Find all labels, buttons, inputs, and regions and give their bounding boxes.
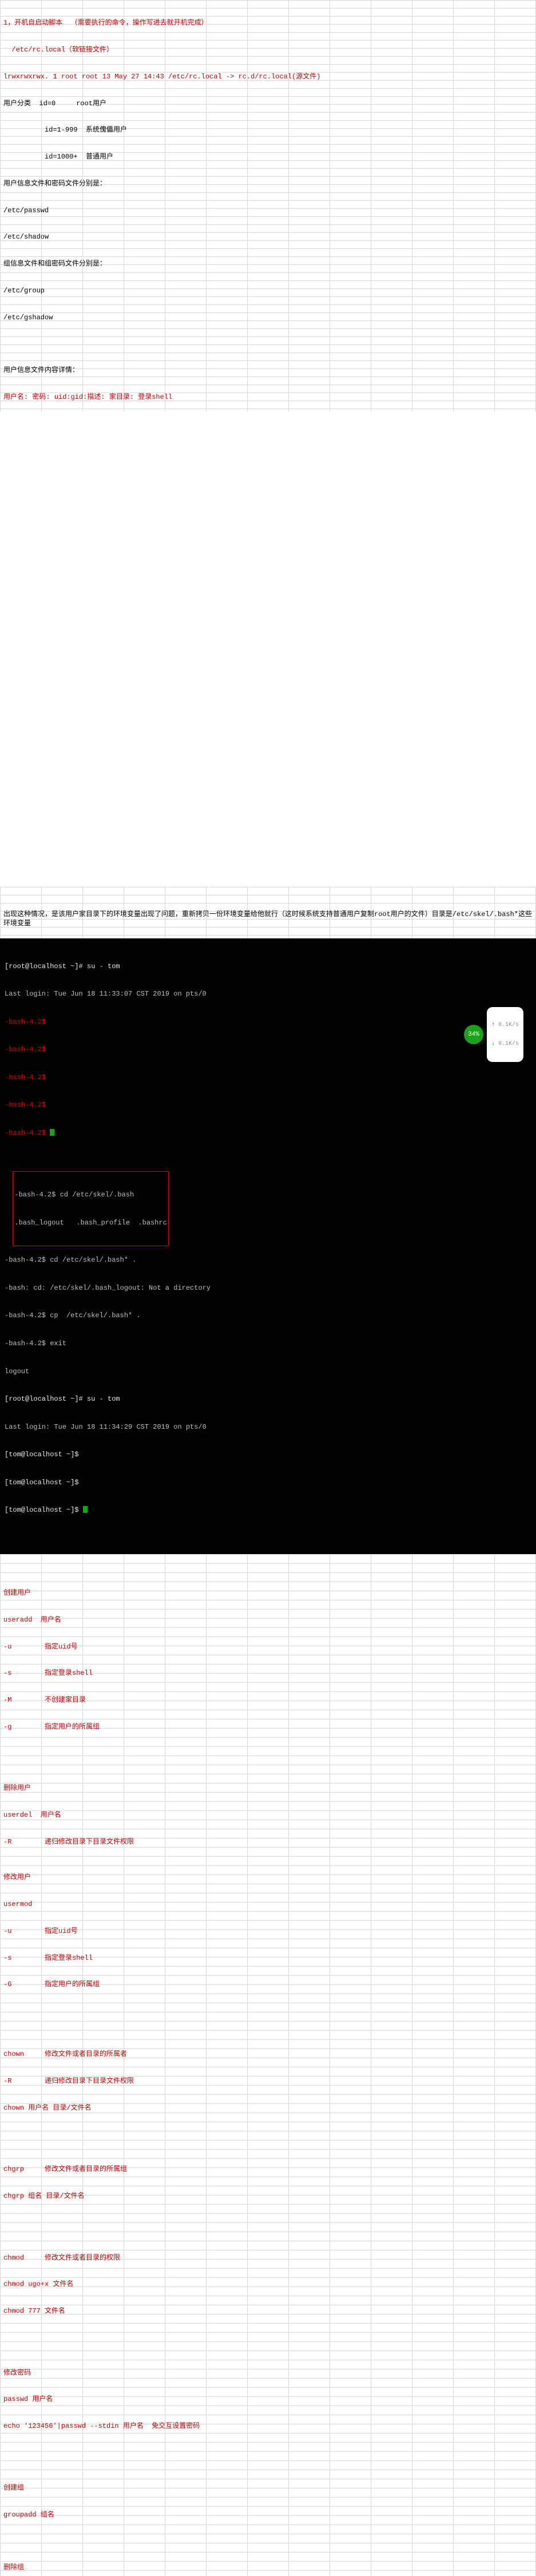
cmd-line: chmod 修改文件或者目录的权限 [3, 2254, 533, 2263]
cat-line: /etc/passwd [3, 207, 533, 216]
intro-line: /etc/rc.local（软链接文件） [3, 46, 533, 55]
opt-line: -G 指定用户的所属组 [3, 1980, 533, 1990]
term-line: .bash_logout .bash_profile .bashrc [14, 1218, 166, 1227]
cat-line: 用户分类 id=0 root用户 [3, 100, 533, 109]
term-line: -bash-4.2$ cd /etc/skel/.bash [14, 1190, 166, 1199]
cat-line: /etc/gshadow [3, 314, 533, 323]
term-line: -bash: cd: /etc/skel/.bash_logout: Not a… [5, 1283, 531, 1293]
opt-line: -M 不创建家目录 [3, 1696, 533, 1705]
download-rate: 0.1K/s [491, 1041, 519, 1047]
cursor-icon [50, 1129, 54, 1136]
heading: 删除组 [3, 2563, 533, 2573]
net-rate: 0.1K/s 0.1K/s [487, 1007, 523, 1062]
cat-line: /etc/shadow [3, 233, 533, 242]
cmd-line: chgrp 修改文件或者目录的所属组 [3, 2165, 533, 2174]
cmd-line: usermod [3, 1900, 533, 1909]
term-line: -bash-4.2$ cd /etc/skel/.bash* . [5, 1255, 531, 1265]
cat-line: 组信息文件和组密码文件分别是： [3, 260, 533, 269]
cmd-line: chown 修改文件或者目录的所属者 [3, 2050, 533, 2059]
cat-line: id=1-999 系统傀儡用户 [3, 126, 533, 135]
opt-line: -R 递归修改目录下目录文件权限 [3, 1838, 533, 1847]
opt-line: -s 指定登录shell [3, 1669, 533, 1678]
opt-line: -s 指定登录shell [3, 1954, 533, 1963]
term-line: -bash-4.2$ [5, 1073, 531, 1082]
term-line: -bash-4.2$ [5, 1100, 531, 1109]
term-line: Last login: Tue Jun 18 11:34:29 CST 2019… [5, 1422, 531, 1432]
cat-line: 用户信息文件和密码文件分别是： [3, 180, 533, 189]
term-line: logout [5, 1367, 531, 1376]
term-line: [tom@localhost ~]$ [5, 1478, 531, 1487]
note-block: 出现这种情况，是该用户家目录下的环境变量出现了问题，重新拷贝一份环境变量给他就行… [0, 887, 536, 938]
term-line: [root@localhost ~]# su - tom [5, 962, 531, 971]
term-line: Last login: Tue Jun 18 11:33:07 CST 2019… [5, 989, 531, 998]
heading: 创建组 [3, 2484, 533, 2493]
heading: 删除用户 [3, 1784, 533, 1793]
network-widget[interactable]: 34% 0.1K/s 0.1K/s [464, 1007, 523, 1062]
cmd-line: chgrp 组名 目录/文件名 [3, 2192, 533, 2201]
speed-circle-icon: 34% [464, 1025, 483, 1044]
opt-line: -R 递归修改目录下目录文件权限 [3, 2077, 533, 2086]
cat-line: /etc/group [3, 287, 533, 296]
heading: 修改密码 [3, 2369, 533, 2378]
opt-line: -g 指定用户的所属组 [3, 1723, 533, 1732]
heading: 修改用户 [3, 1873, 533, 1883]
cmd-line: groupadd 组名 [3, 2511, 533, 2520]
cat-line: 用户信息文件内容详情： [3, 366, 533, 375]
term-line: -bash-4.2$ [5, 1045, 531, 1054]
term-line: -bash-4.2$ exit [5, 1339, 531, 1348]
opt-line: -u 指定uid号 [3, 1927, 533, 1936]
passwd-listing [0, 412, 536, 887]
term-line: [root@localhost ~]# su - tom [5, 1394, 531, 1404]
cmd-line: chmod ugo+x 文件名 [3, 2280, 533, 2289]
passwd-header: 用户名: 密码: uid:gid:描述: 家目录: 登录shell [3, 393, 533, 402]
intro-line: 1，开机自启动脚本 （需要执行的命令，操作写进去就开机完成） [3, 19, 533, 28]
term-line: [tom@localhost ~]$ [5, 1505, 531, 1515]
term-line: -bash-4.2$ [5, 1017, 531, 1027]
doc-bottom-grid: 创建用户 useradd 用户名 -u 指定uid号 -s 指定登录shell … [0, 1554, 536, 2576]
doc-top-grid: 1，开机自启动脚本 （需要执行的命令，操作写进去就开机完成） /etc/rc.l… [0, 0, 536, 412]
term-line: -bash-4.2$ [5, 1128, 531, 1138]
upload-rate: 0.1K/s [491, 1022, 519, 1028]
highlight-box: -bash-4.2$ cd /etc/skel/.bash .bash_logo… [13, 1171, 168, 1247]
env-note: 出现这种情况，是该用户家目录下的环境变量出现了问题，重新拷贝一份环境变量给他就行… [3, 910, 533, 928]
term-line: [tom@localhost ~]$ [5, 1450, 531, 1459]
cmd-line: useradd 用户名 [3, 1616, 533, 1625]
cmd-line: passwd 用户名 [3, 2395, 533, 2404]
cat-line: id=1000+ 普通用户 [3, 153, 533, 162]
intro-line: lrwxrwxrwx. 1 root root 13 May 27 14:43 … [3, 73, 533, 82]
cmd-line: userdel 用户名 [3, 1811, 533, 1820]
cmd-line: chown 用户名 目录/文件名 [3, 2104, 533, 2113]
cmd-line: echo '123456'|passwd --stdin 用户名 免交互设置密码 [3, 2422, 533, 2431]
cmd-line: chmod 777 文件名 [3, 2307, 533, 2316]
heading: 创建用户 [3, 1589, 533, 1598]
term-line: -bash-4.2$ cp /etc/skel/.bash* . [5, 1311, 531, 1320]
cursor-icon [83, 1506, 88, 1513]
opt-line: -u 指定uid号 [3, 1643, 533, 1652]
terminal[interactable]: [root@localhost ~]# su - tom Last login:… [0, 938, 536, 1554]
